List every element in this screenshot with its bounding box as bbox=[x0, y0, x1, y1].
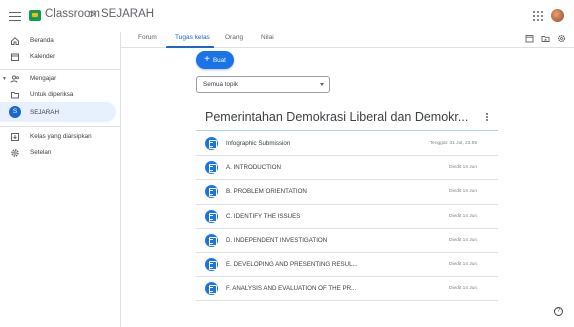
assignment-icon bbox=[205, 185, 218, 199]
assignment-meta: Tenggat: 31 Jul, 23.59 bbox=[429, 141, 477, 146]
assignment-row[interactable]: A. INTRODUCTION Diedit 14 Jun bbox=[196, 156, 498, 181]
class-badge: S bbox=[9, 106, 21, 118]
active-tab-indicator bbox=[166, 46, 214, 48]
assignment-row[interactable]: C. IDENTIFY THE ISSUES Diedit 14 Jun bbox=[196, 205, 498, 229]
tab-nilai[interactable]: Nilai bbox=[261, 34, 274, 41]
assignment-icon bbox=[205, 282, 218, 296]
assignment-meta: Diedit 14 Jun bbox=[449, 189, 477, 195]
topic-title[interactable]: Pemerintahan Demokrasi Liberal dan Demok… bbox=[205, 110, 468, 124]
assignment-row[interactable]: B. PROBLEM ORIENTATION Diedit 14 Jun bbox=[196, 180, 498, 205]
assignment-icon bbox=[205, 233, 218, 247]
sidebar-item-label: Beranda bbox=[30, 37, 54, 44]
assignment-meta: Diedit 14 Jun bbox=[449, 261, 477, 267]
gear-icon bbox=[11, 148, 19, 157]
sidebar-item-beranda[interactable]: Beranda bbox=[0, 32, 116, 49]
topic-divider bbox=[196, 130, 498, 131]
sidebar-item-sejarah[interactable]: S SEJARAH bbox=[0, 102, 116, 122]
google-calendar-icon[interactable] bbox=[525, 34, 534, 43]
topic-filter-value: Semua topik bbox=[203, 81, 239, 88]
main-menu-icon[interactable] bbox=[8, 9, 22, 23]
tab-forum[interactable]: Forum bbox=[138, 34, 157, 41]
sidebar-item-untuk-diperiksa[interactable]: Untuk diperiksa bbox=[0, 86, 116, 103]
class-title[interactable]: SEJARAH bbox=[101, 8, 154, 20]
assignment-meta: Diedit 14 Jun bbox=[449, 213, 477, 219]
classroom-app: Classroom > SEJARAH Beranda Kalender ▼ M… bbox=[0, 0, 574, 327]
assignment-row[interactable]: E. DEVELOPING AND PRESENTING RESUL... Di… bbox=[196, 253, 498, 278]
create-button[interactable]: + Buat bbox=[196, 51, 234, 69]
people-icon bbox=[10, 74, 20, 83]
assignment-row[interactable]: Infographic Submission Tenggat: 31 Jul, … bbox=[196, 132, 498, 157]
assignment-title: D. INDEPENDENT INVESTIGATION bbox=[226, 236, 328, 244]
assignment-icon bbox=[205, 209, 218, 223]
help-icon[interactable]: ? bbox=[554, 307, 563, 316]
sidebar-item-setelan[interactable]: Setelan bbox=[0, 144, 116, 161]
assignment-meta: Diedit 14 Jun bbox=[449, 286, 477, 292]
drive-folder-icon[interactable] bbox=[541, 34, 550, 43]
account-avatar[interactable] bbox=[551, 9, 564, 22]
assignment-title: Infographic Submission bbox=[226, 140, 291, 147]
assignment-title: A. INTRODUCTION bbox=[226, 164, 281, 172]
assignment-title: E. DEVELOPING AND PRESENTING RESUL... bbox=[226, 260, 358, 268]
sidebar-item-label: Mengajar bbox=[30, 75, 57, 82]
calendar-icon bbox=[11, 53, 19, 61]
assignment-icon bbox=[205, 161, 218, 175]
plus-icon: + bbox=[204, 54, 210, 65]
sidebar-item-kalender[interactable]: Kalender bbox=[0, 48, 116, 65]
topic-filter-select[interactable]: Semua topik bbox=[196, 76, 330, 93]
review-folder-icon bbox=[11, 91, 19, 98]
classroom-logo-icon[interactable] bbox=[29, 10, 41, 21]
assignment-icon bbox=[205, 257, 218, 271]
sidebar-item-kelas-diarsipkan[interactable]: Kelas yang diarsipkan bbox=[0, 128, 116, 145]
assignment-meta: Diedit 14 Jun bbox=[449, 237, 477, 243]
more-vert-icon[interactable] bbox=[485, 113, 489, 123]
sidebar-item-label: SEJARAH bbox=[30, 108, 60, 116]
home-icon bbox=[11, 36, 19, 45]
sidebar-item-label: Kalender bbox=[30, 53, 56, 60]
google-apps-icon[interactable] bbox=[533, 11, 543, 21]
assignment-title: C. IDENTIFY THE ISSUES bbox=[226, 212, 301, 220]
assignment-title: B. PROBLEM ORIENTATION bbox=[226, 188, 307, 196]
sidebar: Beranda Kalender ▼ Mengajar Untuk diperi… bbox=[0, 32, 121, 327]
tab-tugas-kelas[interactable]: Tugas kelas bbox=[175, 34, 210, 41]
sidebar-item-label: Setelan bbox=[30, 149, 52, 156]
collapse-caret-icon[interactable]: ▼ bbox=[2, 76, 7, 82]
breadcrumb-separator: > bbox=[89, 7, 97, 21]
sidebar-item-label: Kelas yang diarsipkan bbox=[30, 133, 92, 140]
assignment-meta: Diedit 14 Jun bbox=[449, 165, 477, 171]
create-button-label: Buat bbox=[212, 56, 226, 64]
sidebar-divider bbox=[0, 126, 121, 127]
archive-icon bbox=[11, 132, 19, 141]
settings-icon[interactable] bbox=[557, 34, 566, 43]
top-bar: Classroom > SEJARAH bbox=[0, 0, 574, 32]
dropdown-arrow-icon bbox=[320, 83, 324, 86]
tab-orang[interactable]: Orang bbox=[225, 34, 243, 41]
sidebar-item-label: Untuk diperiksa bbox=[30, 91, 74, 98]
assignment-row[interactable]: F. ANALYSIS AND EVALUATION OF THE PR... … bbox=[196, 277, 498, 302]
assignment-title: F. ANALYSIS AND EVALUATION OF THE PR... bbox=[226, 285, 357, 293]
sidebar-item-mengajar[interactable]: ▼ Mengajar bbox=[0, 70, 116, 87]
assignment-list: Infographic Submission Tenggat: 31 Jul, … bbox=[196, 132, 498, 302]
assignment-row[interactable]: D. INDEPENDENT INVESTIGATION Diedit 14 J… bbox=[196, 229, 498, 253]
assignment-icon bbox=[205, 137, 218, 150]
